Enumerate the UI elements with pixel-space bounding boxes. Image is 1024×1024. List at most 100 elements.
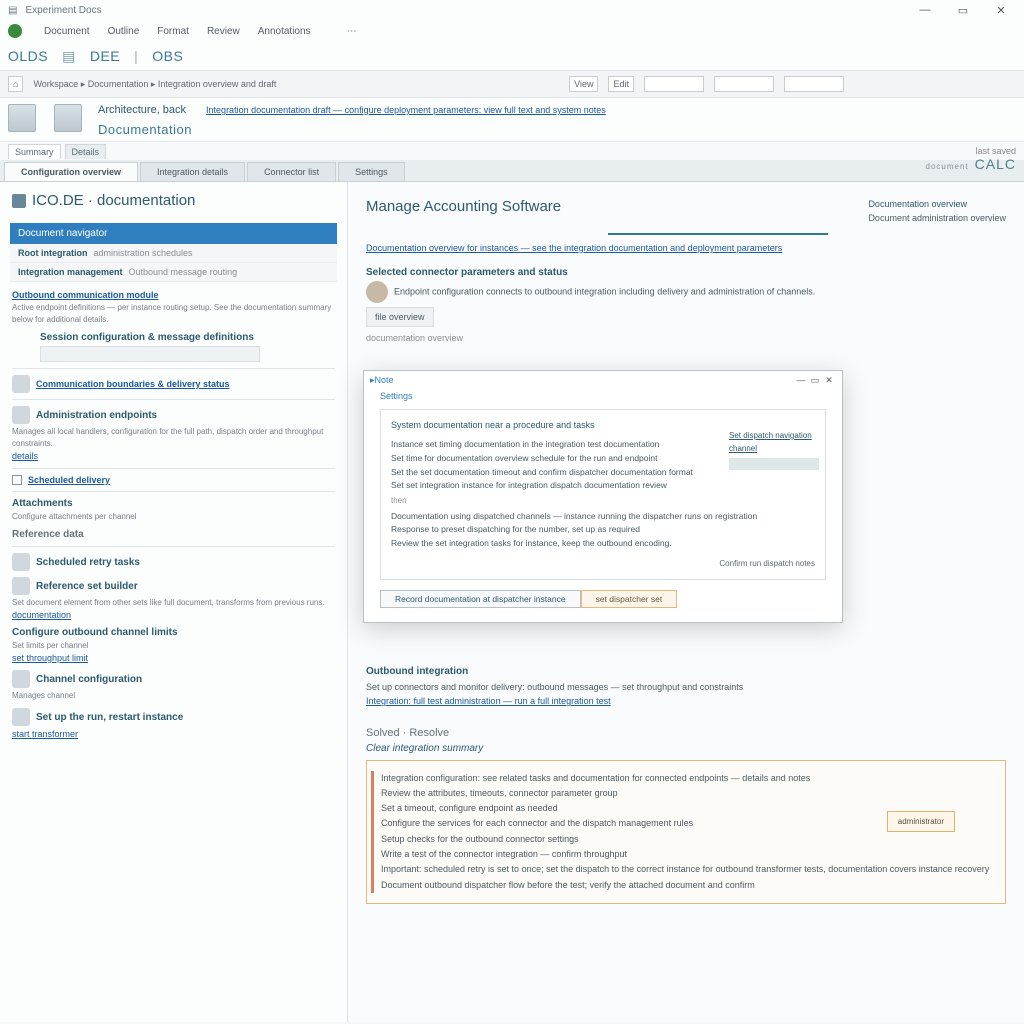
sb-sec-8-link[interactable]: documentation [12,610,71,620]
sb-sec-9-h[interactable]: Configure outbound channel limits [12,627,335,638]
blk3-text: Set up connectors and monitor delivery: … [366,680,1006,694]
dialog-tb-label: Note [375,375,394,385]
dialog-button-set[interactable]: set dispatcher set [581,590,678,608]
dialog-minimize-button[interactable]: — [794,375,808,385]
card-line-4: Setup checks for the outbound connector … [381,832,991,847]
sb-sec-11-link[interactable]: start transformer [12,729,78,739]
sb-sec-10-h[interactable]: Channel configuration [12,670,335,688]
window-maximize-button[interactable]: ▭ [948,4,978,17]
overflow-icon[interactable]: ⋯ [347,26,357,37]
menu-review[interactable]: Review [207,26,240,37]
blk3-heading: Outbound integration [366,664,1006,680]
dialog-footer-text: Confirm run dispatch notes [391,558,815,571]
breadcrumb-home-icon[interactable]: ⌂ [8,76,23,92]
dialog-close-button[interactable]: ✕ [822,375,836,386]
dialog-titlebar: ▸ Note — ▭ ✕ [364,371,842,389]
sidebar-nav-row-1[interactable]: Integration managementOutbound message r… [10,263,337,282]
card-line-5: Write a test of the connector integratio… [381,847,991,862]
breadcrumb-path[interactable]: Workspace ▸ Documentation ▸ Integration … [33,79,276,90]
tab-settings[interactable]: Settings [338,162,405,181]
window-titlebar: ▤ Experiment Docs — ▭ ✕ [0,0,1024,20]
status-dot-icon [8,24,22,38]
small-tab-summary[interactable]: Summary [8,144,61,159]
sb-sec-5-h[interactable]: Attachments [12,498,335,509]
tab-connector-list[interactable]: Connector list [247,162,336,181]
sidebar-nav: Document navigator Root integrationadmin… [10,223,337,282]
aux-input[interactable] [784,76,844,92]
sb-sec-2-h[interactable]: Communication boundaries & delivery stat… [12,375,335,393]
save-status: last saved [975,146,1016,156]
sidebar-title-icon [12,194,26,208]
sb-sec-4-h[interactable]: Scheduled delivery [12,475,335,485]
app-title-1: OLDS [8,48,48,64]
endpoint-icon [12,406,30,424]
dialog-section-label: Settings [364,389,842,403]
blk2-text: documentation overview [366,331,1006,345]
menu-format[interactable]: Format [157,26,189,37]
small-tab-details[interactable]: Details [65,144,107,159]
clock-icon [12,553,30,571]
card-line-0: Integration configuration: see related t… [381,771,991,786]
note-accent-bar [371,771,374,893]
sb-sec-3-link[interactable]: details [12,451,38,461]
dialog-right-link[interactable]: Set dispatch navigation channel [729,430,819,456]
main-top-link[interactable]: Documentation overview for instances — s… [348,235,1024,261]
sb-sec-0-h[interactable]: Outbound communication module [12,290,335,300]
ribbon-link[interactable]: Integration documentation draft — config… [206,105,606,115]
window-minimize-button[interactable]: — [910,4,940,16]
header-right-sub: Document administration overview [868,212,1006,226]
app-title-bar: OLDS ▤ DEE | OBS [0,42,1024,70]
sb-sec-0-sub: Active endpoint definitions — per instan… [12,302,335,326]
toolstrip-edit[interactable]: Edit [608,76,634,92]
section-tabs: Configuration overview Integration detai… [0,160,1024,182]
tab-integration-details[interactable]: Integration details [140,162,245,181]
checkbox-icon[interactable] [12,475,22,485]
ribbon-subtitle: Documentation [98,122,1016,137]
sidebar-nav-header: Document navigator [10,223,337,244]
sb-sec-3-sub: Manages all local handlers, configuratio… [12,426,335,450]
sb-sec-11-h[interactable]: Set up the run, restart instance [12,708,335,726]
dialog-line-4: Set set integration instance for integra… [391,479,815,493]
sb-sec-1-box[interactable] [40,346,260,362]
menu-document[interactable]: Document [44,26,90,37]
blk1-heading: Selected connector parameters and status [366,265,1006,281]
dialog-para-3: Review the set integration tasks for ins… [391,537,815,551]
sb-sec-7-h[interactable]: Scheduled retry tasks [12,553,335,571]
sb-sec-8-h[interactable]: Reference set builder [12,577,335,595]
sb-sec-6-h[interactable]: Reference data [12,529,335,540]
app-title-3: OBS [152,48,183,64]
builder-icon [12,577,30,595]
note-card: Integration configuration: see related t… [366,760,1006,904]
filter-input[interactable] [714,76,774,92]
right-calc-label: documentCALC [926,156,1017,172]
sb-sec-3-h[interactable]: Administration endpoints [12,406,335,424]
app-menu-icon[interactable]: ▤ [8,5,17,16]
ribbon-doc-icon[interactable] [54,104,82,132]
dialog-para-2: Response to preset dispatching for the n… [391,523,815,537]
main-header-right: Documentation overview Document administ… [868,198,1006,225]
card-badge[interactable]: administrator [887,811,955,833]
dialog-maximize-button[interactable]: ▭ [808,375,822,386]
right-calc-small: document [926,162,969,171]
menu-annotations[interactable]: Annotations [258,26,311,37]
window-close-button[interactable]: ✕ [986,4,1016,17]
lower-sub: Clear integration summary [366,743,1006,754]
card-line-7: Document outbound dispatcher flow before… [381,878,991,893]
blk3-link[interactable]: Integration: full test administration — … [366,696,611,706]
ribbon-back-icon[interactable] [8,104,36,132]
menu-bar: Document Outline Format Review Annotatio… [0,20,1024,42]
sb-sec-9-link[interactable]: set throughput limit [12,653,88,663]
sb-sec-1-h[interactable]: Session configuration & message definiti… [40,332,335,343]
tab-config-overview[interactable]: Configuration overview [4,162,138,181]
blk1-chip[interactable]: file overview [366,307,434,327]
search-input[interactable] [644,76,704,92]
dialog-button-record[interactable]: Record documentation at dispatcher insta… [380,590,581,608]
dialog-content: System documentation near a procedure an… [380,409,826,580]
sidebar-nav-row-0[interactable]: Root integrationadministration schedules [10,244,337,263]
dialog: ▸ Note — ▭ ✕ Settings System documentati… [363,370,843,623]
menu-outline[interactable]: Outline [108,26,140,37]
list-icon [12,375,30,393]
app-title-2: DEE [90,48,120,64]
card-line-1: Review the attributes, timeouts, connect… [381,786,991,801]
toolstrip-view[interactable]: View [569,76,598,92]
